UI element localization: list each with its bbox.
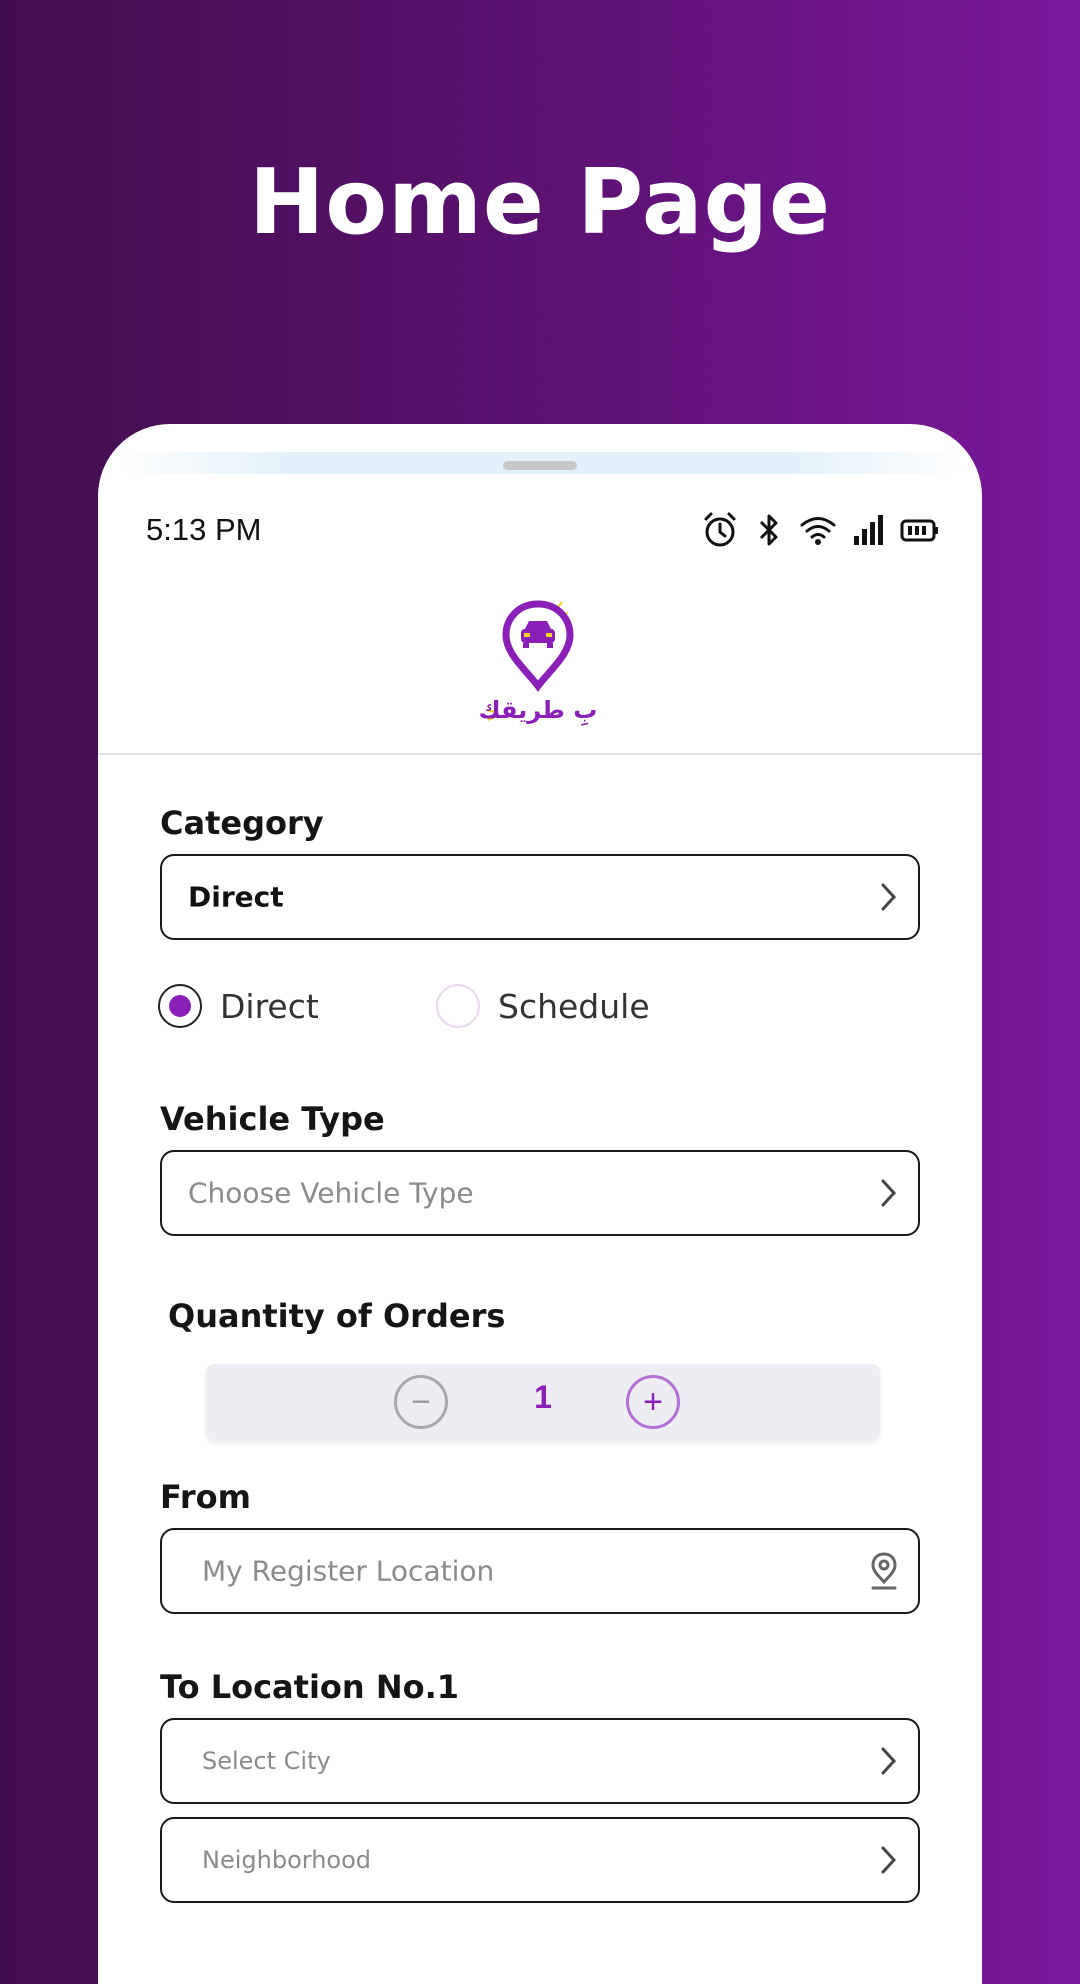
page-headline: Home Page bbox=[248, 150, 832, 255]
header-divider bbox=[98, 753, 982, 755]
quantity-stepper: − 1 + bbox=[206, 1364, 880, 1440]
phone-notch bbox=[503, 461, 577, 470]
neighborhood-placeholder: Neighborhood bbox=[202, 1846, 372, 1874]
vehicle-type-placeholder: Choose Vehicle Type bbox=[188, 1176, 474, 1210]
from-location-placeholder: My Register Location bbox=[202, 1554, 495, 1588]
decrement-button[interactable]: − bbox=[394, 1375, 448, 1429]
radio-schedule-label: Schedule bbox=[498, 986, 650, 1026]
alarm-icon bbox=[704, 512, 736, 547]
category-value: Direct bbox=[188, 880, 284, 914]
plus-icon: + bbox=[643, 1383, 663, 1421]
battery-icon bbox=[900, 519, 938, 542]
radio-direct-circle bbox=[158, 984, 202, 1028]
chevron-right-icon bbox=[881, 883, 897, 911]
radio-schedule[interactable]: Schedule bbox=[436, 984, 650, 1028]
from-location-field[interactable]: My Register Location bbox=[160, 1528, 920, 1614]
neighborhood-field[interactable]: Neighborhood bbox=[160, 1817, 920, 1903]
app-logo: بِ طريقك bbox=[479, 600, 598, 726]
chevron-right-icon bbox=[881, 1179, 897, 1207]
quantity-value: 1 bbox=[534, 1379, 552, 1415]
category-label: Category bbox=[160, 804, 324, 842]
wifi-icon bbox=[800, 517, 836, 545]
radio-direct[interactable]: Direct bbox=[158, 984, 319, 1028]
select-city-placeholder: Select City bbox=[202, 1747, 331, 1775]
status-time: 5:13 PM bbox=[146, 512, 262, 547]
increment-button[interactable]: + bbox=[626, 1375, 680, 1429]
signal-icon bbox=[854, 515, 883, 545]
vehicle-type-label: Vehicle Type bbox=[160, 1100, 385, 1138]
vehicle-type-select[interactable]: Choose Vehicle Type bbox=[160, 1150, 920, 1236]
radio-schedule-circle bbox=[436, 984, 480, 1028]
order-mode-radio-group: Direct Schedule bbox=[158, 984, 918, 1044]
chevron-right-icon bbox=[881, 1846, 897, 1874]
logo-text: بِ طريقك bbox=[479, 696, 598, 726]
select-city-field[interactable]: Select City bbox=[160, 1718, 920, 1804]
radio-direct-label: Direct bbox=[220, 986, 319, 1026]
bluetooth-icon bbox=[759, 514, 778, 546]
to-location-label: To Location No.1 bbox=[160, 1668, 459, 1706]
phone-screen: 5:13 PM بِ طريقك Category Direct Direct … bbox=[98, 424, 982, 1984]
status-icons bbox=[700, 510, 940, 550]
quantity-label: Quantity of Orders bbox=[168, 1297, 506, 1335]
chevron-right-icon bbox=[881, 1747, 897, 1775]
from-label: From bbox=[160, 1478, 251, 1516]
minus-icon: − bbox=[411, 1383, 431, 1421]
category-select[interactable]: Direct bbox=[160, 854, 920, 940]
location-pin-icon[interactable] bbox=[868, 1550, 900, 1592]
